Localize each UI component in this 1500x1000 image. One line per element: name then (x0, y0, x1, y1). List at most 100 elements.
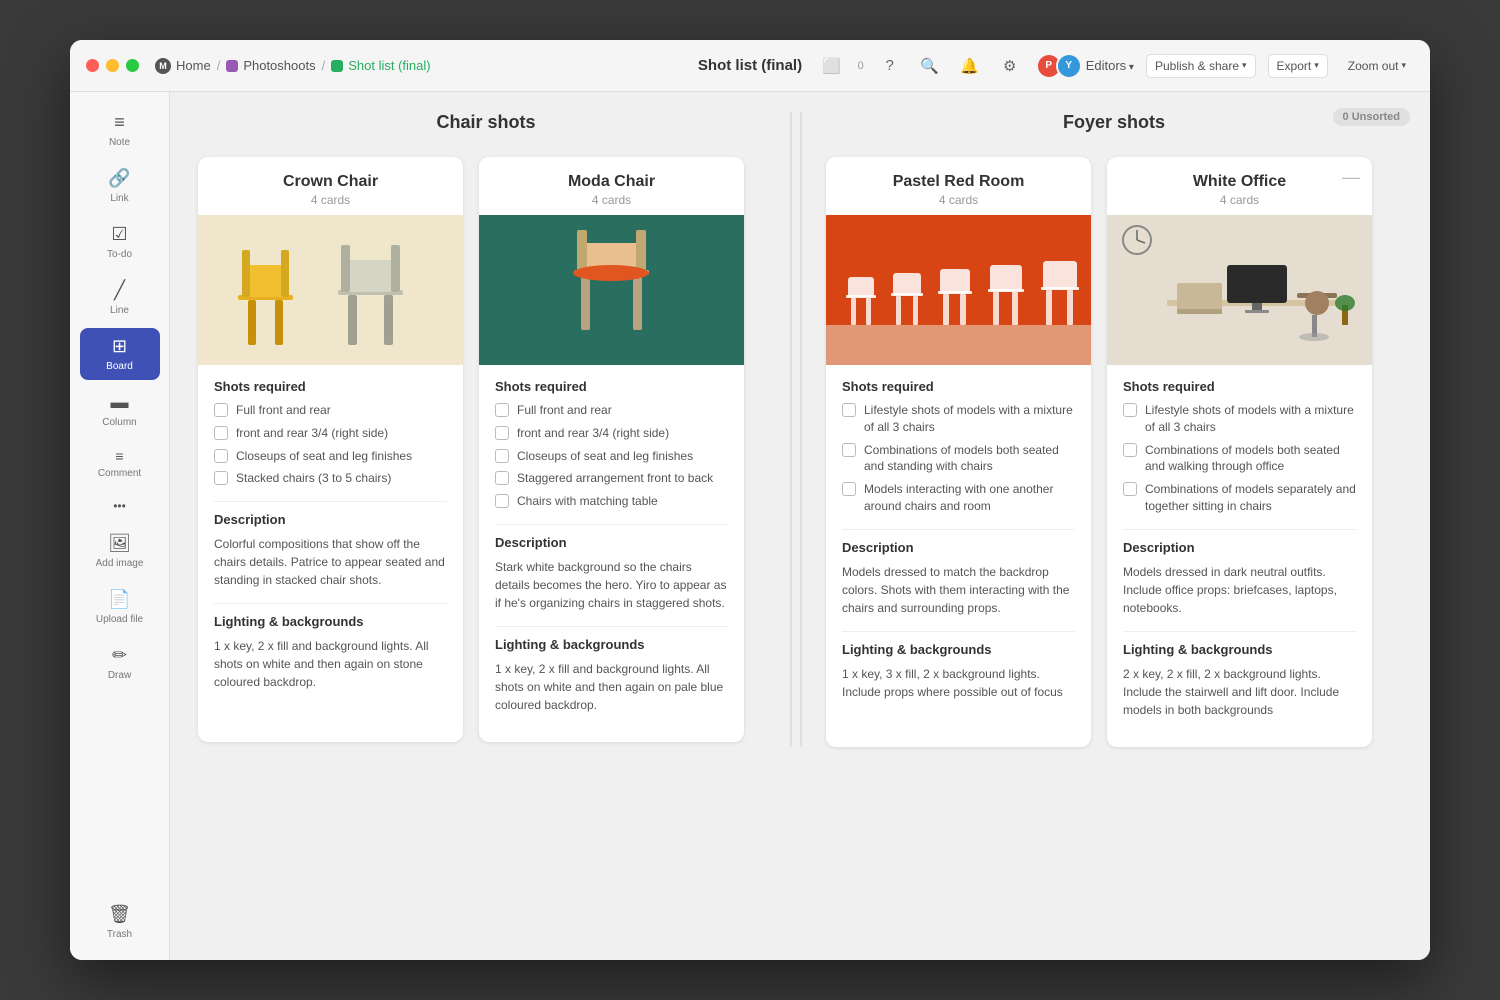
more-icon: ••• (113, 499, 126, 513)
crown-desc-title: Description (214, 512, 447, 527)
sidebar-item-more[interactable]: ••• (80, 491, 160, 521)
moda-shots-title: Shots required (495, 379, 728, 394)
checkbox-1[interactable] (1123, 403, 1137, 417)
help-icon[interactable]: ? (876, 52, 904, 80)
crown-chair-illustration (198, 215, 463, 365)
device-icon[interactable]: ⬜ (818, 52, 846, 80)
checkbox-2[interactable] (495, 426, 509, 440)
checklist-item: Full front and rear (214, 402, 447, 419)
link-icon: 🔗 (108, 168, 130, 189)
checkbox-3[interactable] (495, 449, 509, 463)
checkbox-3[interactable] (1123, 482, 1137, 496)
publish-share-button[interactable]: Publish & share (1146, 54, 1256, 78)
search-icon[interactable]: 🔍 (916, 52, 944, 80)
pastel-desc-title: Description (842, 540, 1075, 555)
divider (1123, 631, 1356, 632)
upload-icon: 📄 (108, 589, 130, 610)
minimize-button[interactable] (106, 59, 119, 72)
checklist-text: Lifestyle shots of models with a mixture… (1145, 402, 1356, 436)
board-icon: ⊞ (112, 336, 127, 357)
card-moda-chair: Moda Chair 4 cards (479, 157, 744, 742)
card-crown-chair: Crown Chair 4 cards (198, 157, 463, 742)
pastel-checklist: Lifestyle shots of models with a mixture… (842, 402, 1075, 515)
sidebar-item-trash[interactable]: 🗑 Trash (80, 896, 160, 948)
moda-desc-title: Description (495, 535, 728, 550)
checklist-item: front and rear 3/4 (right side) (495, 425, 728, 442)
bell-icon[interactable]: 🔔 (956, 52, 984, 80)
checklist-item: Full front and rear (495, 402, 728, 419)
breadcrumb-photoshoots[interactable]: Photoshoots (226, 58, 315, 73)
divider (1123, 529, 1356, 530)
unsorted-badge[interactable]: 0 Unsorted (1333, 108, 1410, 126)
checklist-item: front and rear 3/4 (right side) (214, 425, 447, 442)
settings-icon[interactable]: ⚙ (996, 52, 1024, 80)
moda-lighting: 1 x key, 2 x fill and background lights.… (495, 660, 728, 714)
export-button[interactable]: Export (1268, 54, 1328, 78)
sidebar-item-column[interactable]: ▬ Column (80, 384, 160, 436)
divider (495, 626, 728, 627)
divider (842, 631, 1075, 632)
home-logo-icon: M (155, 58, 171, 74)
sidebar-item-draw[interactable]: ✏ Draw (80, 637, 160, 689)
checkbox-3[interactable] (214, 449, 228, 463)
avatar-2: Y (1056, 53, 1082, 79)
breadcrumb-shotlist[interactable]: Shot list (final) (331, 58, 430, 73)
sidebar-item-link[interactable]: 🔗 Link (80, 160, 160, 212)
card-white-office: — White Office 4 cards (1107, 157, 1372, 747)
sidebar-item-upload[interactable]: 📄 Upload file (80, 581, 160, 633)
card-minimize-icon[interactable]: — (1342, 167, 1360, 188)
breadcrumb-home[interactable]: M Home (155, 58, 211, 74)
trash-icon: 🗑 (108, 904, 131, 925)
crown-chair-title: Crown Chair (214, 173, 447, 191)
breadcrumb: M Home / Photoshoots / Shot list (final) (155, 58, 431, 74)
sidebar-item-todo[interactable]: ☑ To-do (80, 216, 160, 268)
breadcrumb-home-label[interactable]: Home (176, 58, 211, 73)
crown-checklist: Full front and rear front and rear 3/4 (… (214, 402, 447, 487)
checkbox-1[interactable] (214, 403, 228, 417)
checkbox-1[interactable] (842, 403, 856, 417)
crown-chair-subtitle: 4 cards (214, 193, 447, 207)
crown-chair-header: Crown Chair 4 cards (198, 157, 463, 215)
checklist-text: Closeups of seat and leg finishes (236, 448, 412, 465)
office-description: Models dressed in dark neutral outfits. … (1123, 563, 1356, 617)
office-body: Shots required Lifestyle shots of models… (1107, 365, 1372, 747)
section-divider (790, 112, 792, 747)
checkbox-5[interactable] (495, 494, 509, 508)
sidebar-item-add-image[interactable]: 🖼 Add image (80, 525, 160, 577)
sidebar-label-column: Column (102, 417, 136, 428)
checkbox-3[interactable] (842, 482, 856, 496)
section-chair-shots: Chair shots Crown Chair 4 cards (190, 112, 782, 747)
checkbox-4[interactable] (214, 471, 228, 485)
sidebar-item-board[interactable]: ⊞ Board (80, 328, 160, 380)
sidebar-item-comment[interactable]: ≡ Comment (80, 440, 160, 487)
note-icon: ≡ (114, 112, 125, 133)
checkbox-2[interactable] (842, 443, 856, 457)
checklist-text: Full front and rear (236, 402, 331, 419)
breadcrumb-shotlist-label[interactable]: Shot list (final) (348, 58, 430, 73)
breadcrumb-photoshoots-label[interactable]: Photoshoots (243, 58, 315, 73)
fullscreen-button[interactable] (126, 59, 139, 72)
pastel-lighting: 1 x key, 3 x fill, 2 x background lights… (842, 665, 1075, 701)
editors-group: P Y Editors (1036, 53, 1134, 79)
pastel-subtitle: 4 cards (842, 193, 1075, 207)
checkbox-4[interactable] (495, 471, 509, 485)
checklist-item: Chairs with matching table (495, 493, 728, 510)
checkbox-1[interactable] (495, 403, 509, 417)
moda-chair-body: Shots required Full front and rear front… (479, 365, 744, 742)
divider (214, 603, 447, 604)
photoshoots-dot (226, 60, 238, 72)
checkbox-2[interactable] (214, 426, 228, 440)
pastel-lighting-title: Lighting & backgrounds (842, 642, 1075, 657)
checklist-item: Staggered arrangement front to back (495, 470, 728, 487)
shotlist-dot (331, 60, 343, 72)
app-body: ≡ Note 🔗 Link ☑ To-do ╱ Line ⊞ Board ▬ C… (70, 92, 1430, 960)
sidebar-item-line[interactable]: ╱ Line (80, 272, 160, 324)
sidebar-label-add-image: Add image (96, 558, 144, 569)
crown-description: Colorful compositions that show off the … (214, 535, 447, 589)
zoom-out-button[interactable]: Zoom out (1340, 55, 1414, 77)
sidebar-item-note[interactable]: ≡ Note (80, 104, 160, 156)
editors-dropdown[interactable]: Editors (1086, 58, 1134, 73)
checkbox-2[interactable] (1123, 443, 1137, 457)
close-button[interactable] (86, 59, 99, 72)
checklist-text: Stacked chairs (3 to 5 chairs) (236, 470, 391, 487)
